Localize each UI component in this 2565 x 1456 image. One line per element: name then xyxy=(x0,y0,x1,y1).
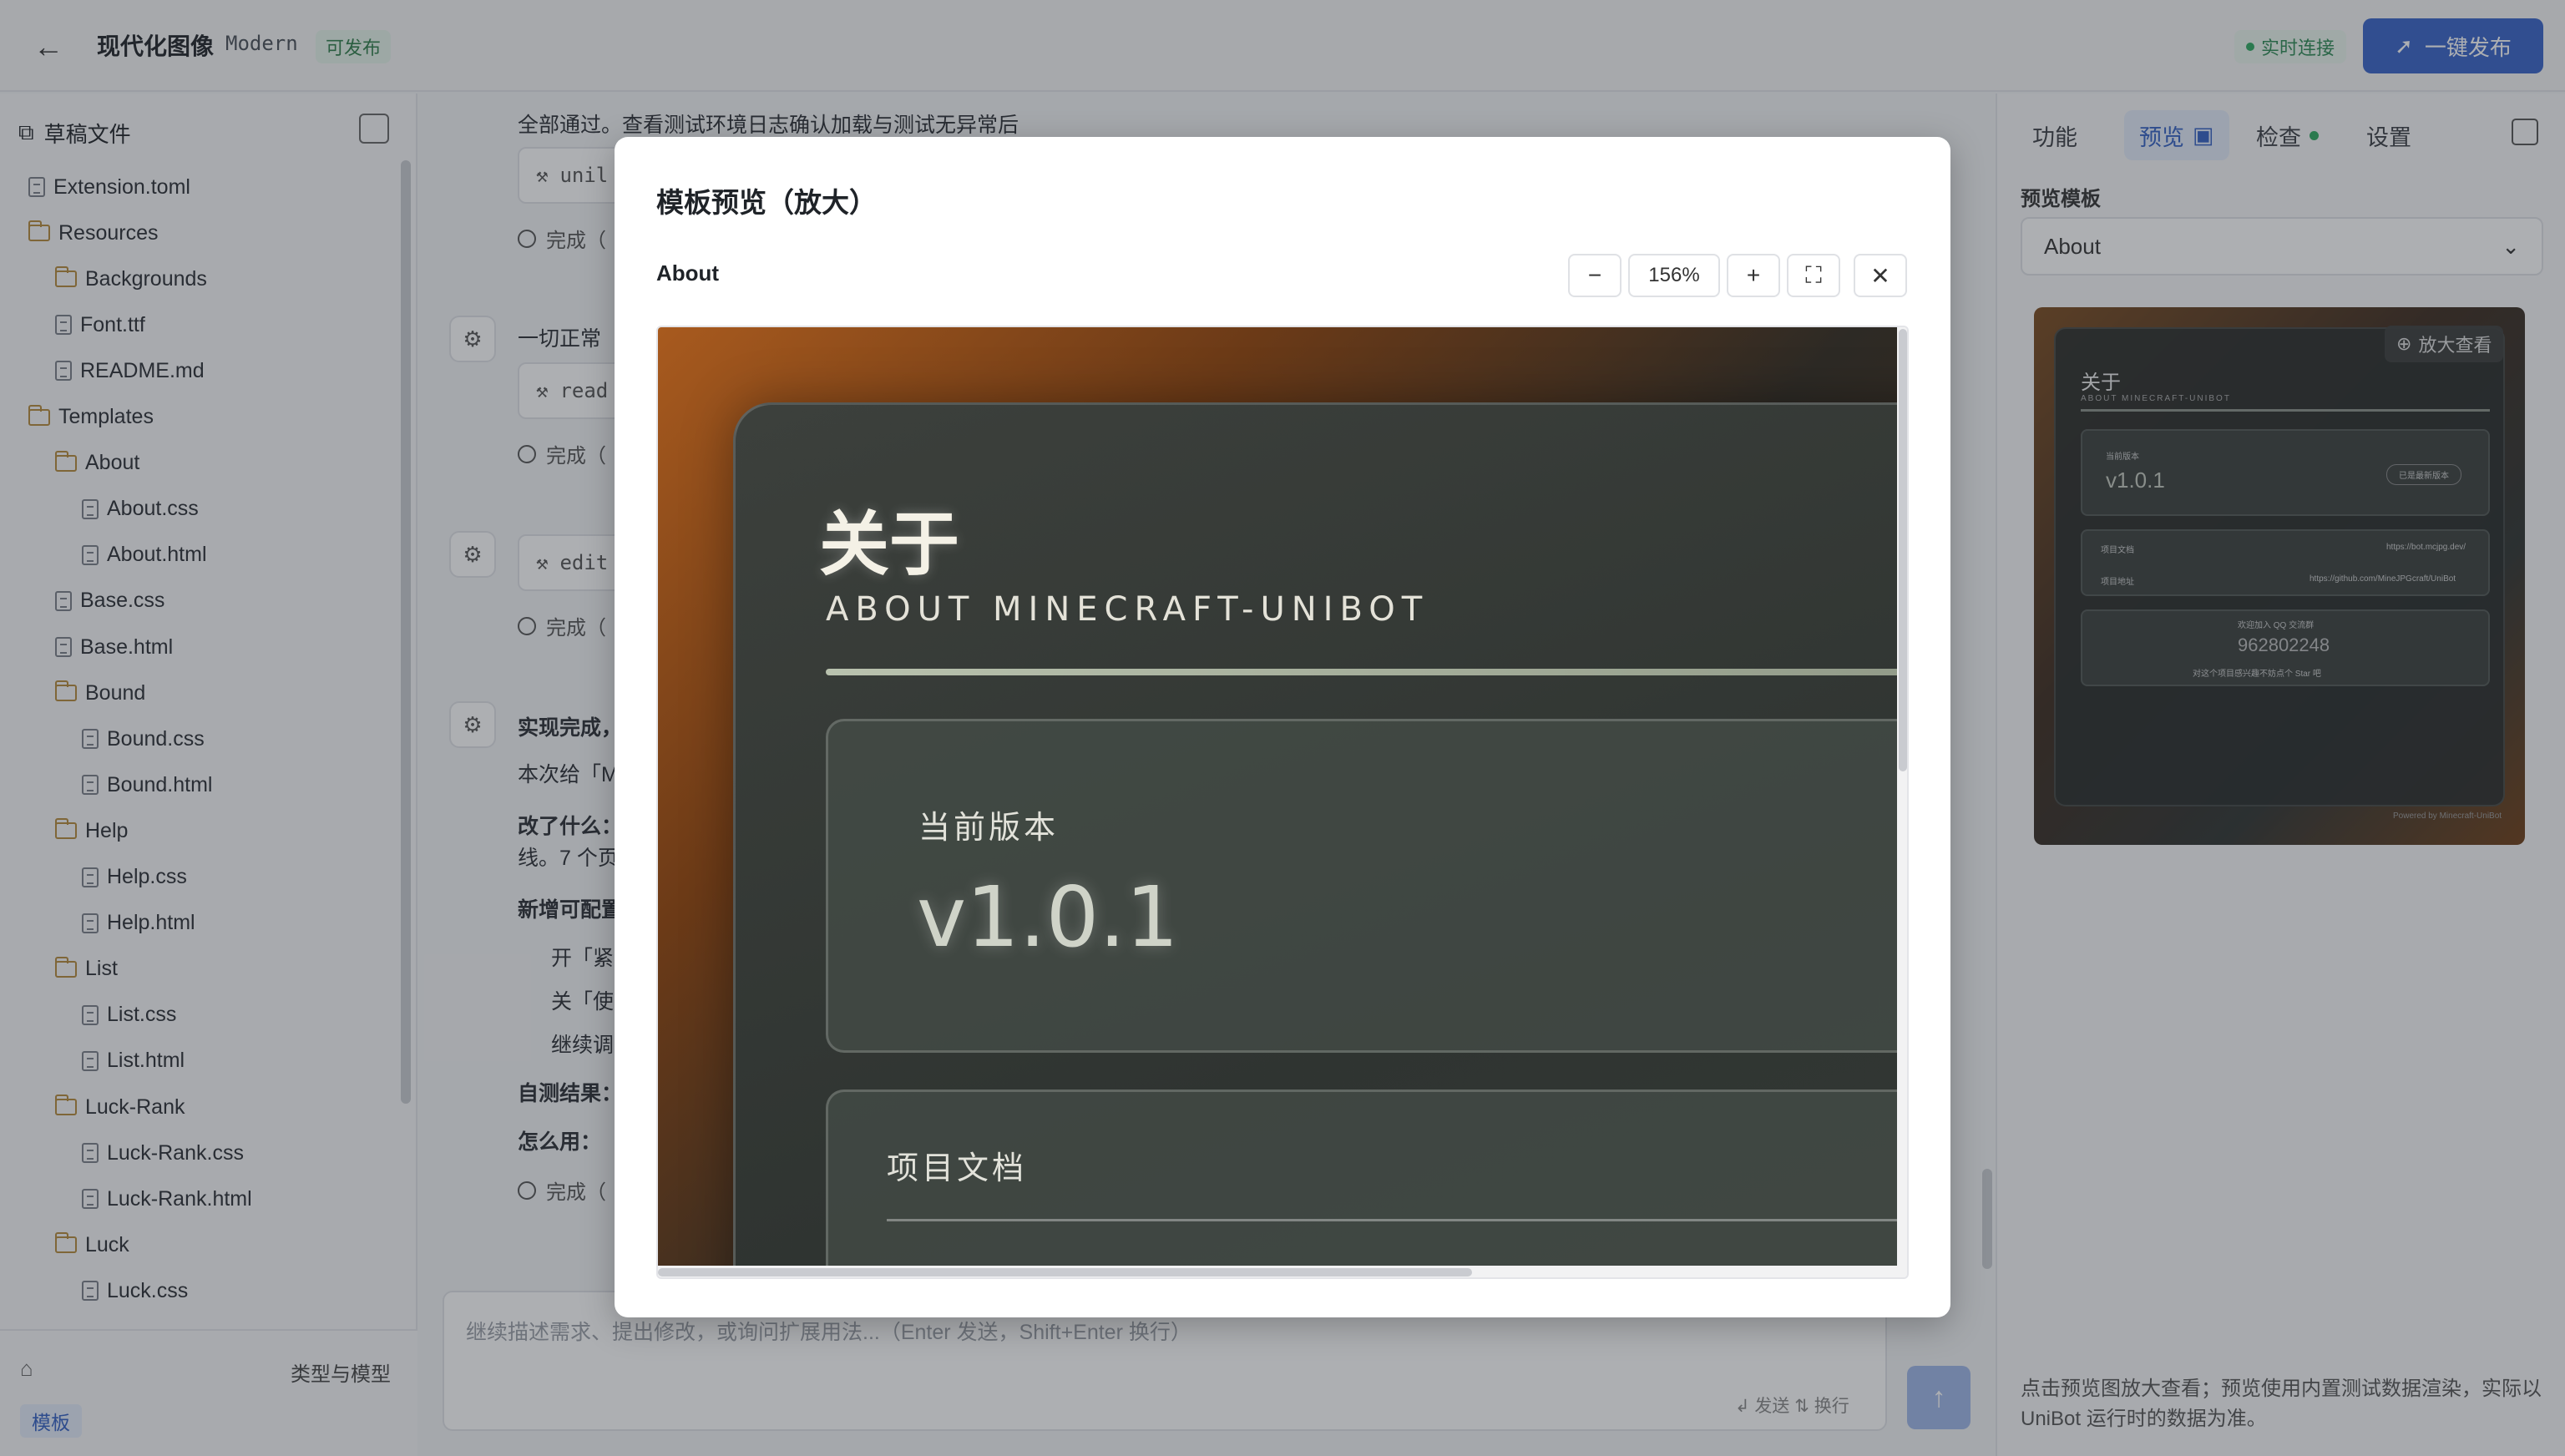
fullscreen-icon: ⛶ xyxy=(1805,261,1822,288)
minus-icon: − xyxy=(1587,262,1602,288)
vertical-scrollbar[interactable] xyxy=(1897,327,1907,1266)
doc-label: 项目文档 xyxy=(887,1150,1028,1186)
about-title: 关于 xyxy=(819,503,960,585)
modal-template-name: About xyxy=(656,260,720,286)
about-subtitle: ABOUT MINECRAFT-UNIBOT xyxy=(826,590,1429,629)
about-card: 关于 ABOUT MINECRAFT-UNIBOT 当前版本 v1.0.1 项目… xyxy=(733,402,1897,1266)
horizontal-scrollbar[interactable] xyxy=(658,1266,1907,1277)
scrollbar-thumb[interactable] xyxy=(658,1268,1472,1277)
preview-canvas: 关于 ABOUT MINECRAFT-UNIBOT 当前版本 v1.0.1 项目… xyxy=(658,327,1897,1266)
about-divider xyxy=(826,669,1897,675)
fullscreen-button[interactable]: ⛶ xyxy=(1787,254,1840,297)
doc-card: 项目文档 xyxy=(826,1089,1897,1266)
zoom-in-button[interactable]: + xyxy=(1727,254,1780,297)
template-preview-modal: 模板预览（放大） About − 156% + ⛶ ✕ 关于 ABOUT MIN… xyxy=(615,137,1950,1317)
zoom-out-button[interactable]: − xyxy=(1568,254,1621,297)
preview-viewer[interactable]: 关于 ABOUT MINECRAFT-UNIBOT 当前版本 v1.0.1 项目… xyxy=(656,326,1909,1279)
zoom-level: 156% xyxy=(1628,254,1720,297)
scrollbar-thumb[interactable] xyxy=(1899,329,1907,771)
doc-divider xyxy=(887,1219,1897,1221)
modal-title: 模板预览（放大） xyxy=(656,187,877,218)
plus-icon: + xyxy=(1746,262,1761,288)
version-value: v1.0.1 xyxy=(917,868,1179,966)
close-icon: ✕ xyxy=(1870,262,1890,289)
version-label: 当前版本 xyxy=(918,809,1060,846)
close-button[interactable]: ✕ xyxy=(1854,254,1907,297)
version-card: 当前版本 v1.0.1 xyxy=(826,719,1897,1053)
